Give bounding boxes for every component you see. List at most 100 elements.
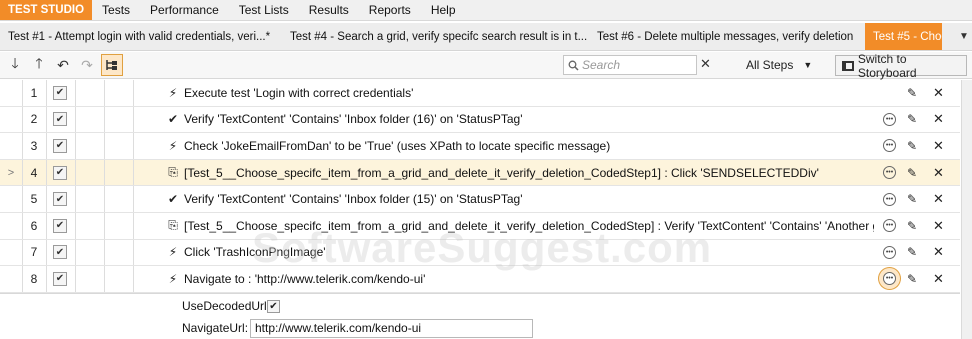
step-description[interactable]: Navigate to : 'http://www.telerik.com/ke…: [184, 272, 874, 286]
menu-results[interactable]: Results: [299, 0, 359, 20]
switch-to-storyboard-button[interactable]: Switch to Storyboard: [835, 52, 967, 80]
steps-grid: 1 ✔ ⚡ Execute test 'Login with correct cred…: [0, 80, 960, 293]
tab-test-5[interactable]: Test #5 - Choo: [865, 23, 942, 50]
delete-step-icon[interactable]: ✕: [933, 191, 944, 207]
step-number: 3: [30, 138, 38, 153]
clear-search-icon[interactable]: ✕: [700, 56, 711, 72]
edit-step-icon[interactable]: ✎: [907, 86, 917, 100]
tab-test-1[interactable]: Test #1 - Attempt login with valid crede…: [0, 23, 282, 50]
step-enabled-checkbox[interactable]: ✔: [53, 218, 67, 233]
navigate-url-label: NavigateUrl:: [182, 321, 249, 335]
steps-toolbar: 🡓 🡑 ↶ ↷ ✕ All Steps ▼ Switch to Storyboa…: [0, 52, 972, 80]
edit-step-icon[interactable]: ✎: [907, 272, 917, 286]
delete-step-icon[interactable]: ✕: [933, 85, 944, 101]
step-row[interactable]: 8 ✔ ⚡ Navigate to : 'http://www.telerik.com…: [0, 266, 960, 293]
step-info-icon[interactable]: •••: [883, 192, 896, 206]
step-number: 5: [30, 192, 38, 207]
step-info-icon[interactable]: •••: [883, 112, 896, 126]
step-description[interactable]: Click 'TrashIconPngImage': [184, 245, 874, 259]
step-info-icon[interactable]: •••: [883, 245, 896, 259]
vertical-scrollbar[interactable]: [961, 80, 972, 339]
step-number: 7: [30, 245, 38, 260]
step-enabled-checkbox[interactable]: ✔: [53, 245, 67, 260]
menu-help[interactable]: Help: [421, 0, 466, 20]
edit-step-icon[interactable]: ✎: [907, 245, 917, 259]
edit-step-icon[interactable]: ✎: [907, 112, 917, 126]
edit-step-icon[interactable]: ✎: [907, 219, 917, 233]
use-decoded-url-checkbox[interactable]: ✔: [267, 300, 280, 313]
action-step-icon: ⚡: [168, 138, 178, 153]
undo-icon[interactable]: ↶: [51, 53, 75, 77]
steps-filter-dropdown[interactable]: All Steps ▼: [746, 58, 812, 72]
step-row[interactable]: 5 ✔ ✔ Verify 'TextContent' 'Contains' 'Inbo…: [0, 186, 960, 213]
step-row[interactable]: 3 ✔ ⚡ Check 'JokeEmailFromDan' to be 'True'…: [0, 133, 960, 160]
search-icon: [568, 60, 579, 71]
app-brand-menu[interactable]: TEST STUDIO: [0, 0, 93, 20]
step-description[interactable]: Execute test 'Login with correct credent…: [184, 86, 874, 100]
chevron-down-icon: ▼: [803, 60, 813, 70]
search-input[interactable]: [582, 58, 682, 72]
tab-test-6[interactable]: Test #6 - Delete multiple messages, veri…: [589, 23, 865, 50]
menu-performance[interactable]: Performance: [140, 0, 229, 20]
action-step-icon: ⚡: [168, 245, 178, 260]
step-description[interactable]: Check 'JokeEmailFromDan' to be 'True' (u…: [184, 139, 874, 153]
step-enabled-checkbox[interactable]: ✔: [53, 165, 67, 180]
step-row[interactable]: 2 ✔ ✔ Verify 'TextContent' 'Contains' 'Inbo…: [0, 106, 960, 134]
edit-step-icon[interactable]: ✎: [907, 192, 917, 206]
step-row[interactable]: 6 ✔ ⎘ [Test_5__Choose_specifc_item_from_a_g…: [0, 212, 960, 240]
use-decoded-url-label: UseDecodedUrl:: [182, 299, 271, 313]
delete-step-icon[interactable]: ✕: [933, 271, 944, 287]
storyboard-icon: [842, 60, 854, 71]
edit-step-icon[interactable]: ✎: [907, 166, 917, 180]
navigate-url-input[interactable]: http://www.telerik.com/kendo-ui: [250, 319, 533, 338]
tab-scroll-down-icon[interactable]: ▼: [956, 23, 972, 50]
move-down-icon[interactable]: 🡓: [3, 53, 27, 77]
menu-tests[interactable]: Tests: [92, 0, 140, 20]
step-info-icon[interactable]: •••: [883, 166, 896, 180]
step-row[interactable]: >4 ✔ ⎘ [Test_5__Choose_specifc_item_from_a_…: [0, 159, 960, 187]
verify-step-icon: ✔: [167, 192, 179, 207]
menu-reports[interactable]: Reports: [359, 0, 421, 20]
step-enabled-checkbox[interactable]: ✔: [53, 192, 67, 207]
step-row[interactable]: 7 ✔ ⚡ Click 'TrashIconPngImage' ••• ✎ ✕: [0, 239, 960, 267]
delete-step-icon[interactable]: ✕: [933, 165, 944, 181]
delete-step-icon[interactable]: ✕: [933, 244, 944, 260]
delete-step-icon[interactable]: ✕: [933, 111, 944, 127]
step-description[interactable]: Verify 'TextContent' 'Contains' 'Inbox f…: [184, 192, 874, 206]
step-row[interactable]: 1 ✔ ⚡ Execute test 'Login with correct cred…: [0, 80, 960, 107]
step-info-icon[interactable]: •••: [883, 272, 896, 286]
step-number: 6: [30, 218, 38, 233]
step-info-icon[interactable]: •••: [883, 219, 896, 233]
step-description[interactable]: [Test_5__Choose_specifc_item_from_a_grid…: [184, 219, 874, 233]
step-enabled-checkbox[interactable]: ✔: [53, 138, 67, 153]
menu-test-lists[interactable]: Test Lists: [229, 0, 299, 20]
step-enabled-checkbox[interactable]: ✔: [53, 85, 67, 100]
step-number: 4: [30, 165, 38, 180]
coded-step-icon: ⎘: [168, 165, 178, 180]
storyboard-button-label: Switch to Storyboard: [857, 51, 917, 80]
tab-test-4[interactable]: Test #4 - Search a grid, verify specifc …: [282, 23, 589, 50]
action-step-icon: ⚡: [168, 271, 178, 286]
test-tab-bar: Test #1 - Attempt login with valid crede…: [0, 23, 972, 51]
step-enabled-checkbox[interactable]: ✔: [53, 271, 67, 286]
steps-filter-value: All Steps: [746, 58, 794, 72]
redo-icon[interactable]: ↷: [75, 53, 99, 77]
step-info-icon[interactable]: •••: [883, 139, 896, 153]
action-step-icon: ⚡: [168, 85, 178, 100]
delete-step-icon[interactable]: ✕: [933, 218, 944, 234]
coded-step-icon: ⎘: [168, 218, 178, 233]
step-description[interactable]: [Test_5__Choose_specifc_item_from_a_grid…: [184, 166, 874, 180]
delete-step-icon[interactable]: ✕: [933, 138, 944, 154]
verify-step-icon: ✔: [167, 112, 179, 127]
menu-bar: TEST STUDIO Tests Performance Test Lists…: [0, 0, 972, 21]
step-description[interactable]: Verify 'TextContent' 'Contains' 'Inbox f…: [184, 112, 874, 126]
step-tree-icon[interactable]: [101, 54, 123, 76]
current-row-arrow-icon: >: [7, 166, 15, 179]
step-number: 8: [30, 271, 38, 286]
step-number: 2: [30, 112, 38, 127]
search-field[interactable]: [563, 55, 697, 75]
move-up-icon[interactable]: 🡑: [27, 53, 51, 77]
edit-step-icon[interactable]: ✎: [907, 139, 917, 153]
step-enabled-checkbox[interactable]: ✔: [53, 112, 67, 127]
step-properties-panel: UseDecodedUrl: ✔ NavigateUrl: http://www…: [0, 293, 960, 339]
